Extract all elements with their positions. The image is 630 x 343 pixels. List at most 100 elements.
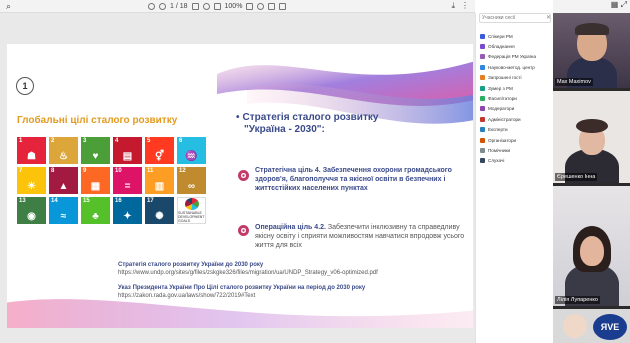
fit-page-icon[interactable]: [213, 3, 221, 10]
sdg-tile: 8 ▲: [49, 167, 78, 194]
water-icon: ♒: [185, 151, 198, 162]
sdg-number: 10: [115, 168, 122, 174]
group-list-item[interactable]: Організатори: [480, 135, 552, 145]
group-list-item[interactable]: Зумер з РМ: [480, 83, 552, 93]
download-icon[interactable]: ⤓: [451, 1, 455, 11]
close-icon[interactable]: ✕: [546, 14, 551, 21]
group-label: Зумер з РМ: [488, 85, 513, 91]
sdg-number: 15: [83, 198, 90, 204]
sdg-number: 6: [179, 138, 183, 144]
video-tile[interactable]: Єрешенко Інна: [553, 91, 630, 183]
sdg-number: 17: [147, 198, 154, 204]
group-label: Експерти: [488, 127, 508, 133]
gender-icon: ⚥: [154, 151, 165, 162]
sdg-number: 1: [19, 138, 23, 144]
eye-icon: ◉: [27, 211, 36, 222]
video-tile[interactable]: ЯVЕ: [553, 309, 630, 343]
group-icon: [480, 96, 485, 102]
group-list-item[interactable]: Модератори: [480, 104, 552, 114]
erase-tool-icon[interactable]: [279, 3, 287, 10]
sdg-tile: 3 ♥: [81, 137, 110, 164]
group-label: Обладнання: [488, 44, 515, 50]
video-toolbar: ▦ ⤢: [553, 0, 630, 13]
sdg-tile: 2 ♨: [49, 137, 78, 164]
sdg-tile: 9 ▦: [81, 167, 110, 194]
sdg-number: 8: [51, 168, 55, 174]
expand-icon[interactable]: ⤢: [621, 0, 627, 9]
sdg-tile: 13 ◉: [17, 197, 46, 224]
sdg-number: 5: [147, 138, 151, 144]
reference-links: Стратегія сталого розвитку України до 20…: [118, 261, 458, 300]
strategic-goal-text: Стратегічна ціль 4. Забезпечення охорони…: [255, 167, 452, 192]
sdg-tile: 1 ☗: [17, 137, 46, 164]
sdg-wheel-icon: [184, 198, 199, 210]
sdg-number: 7: [19, 168, 23, 174]
link1-title: Стратегія сталого розвитку України до 20…: [118, 262, 264, 268]
strategy-heading-line1: Стратегія сталого розвитку: [242, 112, 379, 123]
group-label: Запрошені гості: [488, 75, 522, 81]
buildings-icon: ▥: [154, 181, 165, 192]
group-label: Спікери РМ: [488, 33, 513, 39]
search-icon[interactable]: ⌕: [6, 1, 11, 12]
slide-number: 1: [16, 77, 34, 95]
document-canvas[interactable]: 1 Глобальні цілі сталого розвитку 1 ☗ 2 ♨ 3 ♥…: [0, 13, 475, 343]
group-icon: [480, 116, 485, 122]
group-list-item[interactable]: Обладнання: [480, 41, 552, 51]
group-list-item[interactable]: Федерація РМ Україна: [480, 52, 552, 62]
sdg-number: 2: [51, 138, 55, 144]
group-label: Адміністратори: [488, 116, 521, 122]
group-list-item[interactable]: Запрошені гості: [480, 73, 552, 83]
screen: ⌕ 1 / 18 100% ⤓ ⋮ 1 Глобальні цілі стало…: [0, 0, 630, 343]
viewer-controls: 1 / 18 100%: [148, 2, 287, 11]
sdg-number: 4: [115, 138, 119, 144]
grid-view-icon[interactable]: ▦: [611, 0, 619, 9]
group-list-item[interactable]: Помічники: [480, 145, 552, 155]
zoom-in-icon[interactable]: [159, 3, 166, 10]
fish-icon: ≈: [60, 211, 67, 222]
sdg-tile: 7 ☀: [17, 167, 46, 194]
group-list-item[interactable]: Адміністратори: [480, 114, 552, 124]
link2-title: Указ Президента України Про Цілі сталого…: [118, 285, 366, 291]
tree-icon: ♣: [92, 211, 99, 222]
highlight-tool-icon[interactable]: [246, 3, 254, 10]
group-list-item[interactable]: Спікери РМ: [480, 31, 552, 41]
sdg-tile: 16 ✦: [113, 197, 142, 224]
draw-tool-icon[interactable]: [257, 3, 265, 10]
sdg-number: 9: [83, 168, 87, 174]
group-label: Модератори: [488, 106, 515, 112]
cubes-icon: ▦: [90, 181, 101, 192]
zoom-level[interactable]: 100%: [225, 2, 243, 11]
sdg-logo-text: SUSTAINABLE DEVELOPMENT GOALS: [178, 211, 205, 223]
sdg-tile: 15 ♣: [81, 197, 110, 224]
video-tile[interactable]: Max Maximov: [553, 13, 630, 88]
cursor-tool-icon[interactable]: [191, 3, 199, 10]
group-label: Федерація РМ Україна: [488, 54, 537, 60]
participant-name: Max Maximov: [555, 78, 593, 86]
target-icon: [238, 170, 249, 181]
sdg-tile: 17 ✺: [145, 197, 174, 224]
network-icon: ✺: [155, 211, 164, 222]
growth-icon: ▲: [58, 181, 69, 192]
text-tool-icon[interactable]: [268, 3, 276, 10]
link1-url[interactable]: https://www.undp.org/sites/g/files/zskgk…: [118, 269, 458, 277]
rotate-icon[interactable]: [202, 3, 210, 10]
group-icon: [480, 64, 485, 70]
group-label: Фасилітатори: [488, 96, 517, 102]
sdg-tile: 10 =: [113, 167, 142, 194]
group-list-item[interactable]: Фасилітатори: [480, 93, 552, 103]
sun-icon: ☀: [27, 181, 36, 192]
link2-url[interactable]: https://zakon.rada.gov.ua/laws/show/722/…: [118, 292, 458, 300]
group-label: Організатори: [488, 137, 517, 143]
group-list-item[interactable]: Експерти: [480, 125, 552, 135]
zoom-out-icon[interactable]: [148, 3, 155, 10]
panel-search[interactable]: Учасники сесії: [479, 13, 551, 23]
presentation-slide: 1 Глобальні цілі сталого розвитку 1 ☗ 2 ♨ 3 ♥…: [7, 44, 473, 328]
strategy-heading-line2: "Україна - 2030":: [244, 124, 325, 135]
more-icon[interactable]: ⋮: [461, 1, 469, 11]
group-list-item[interactable]: Науково-метод. центр: [480, 62, 552, 72]
group-icon: [480, 106, 485, 112]
sdg-tile: 6 ♒: [177, 137, 206, 164]
participant-name: Лілія Лупаренко: [555, 296, 600, 304]
group-list-item[interactable]: Слухачі: [480, 156, 552, 166]
video-tile[interactable]: Лілія Лупаренко: [553, 186, 630, 306]
